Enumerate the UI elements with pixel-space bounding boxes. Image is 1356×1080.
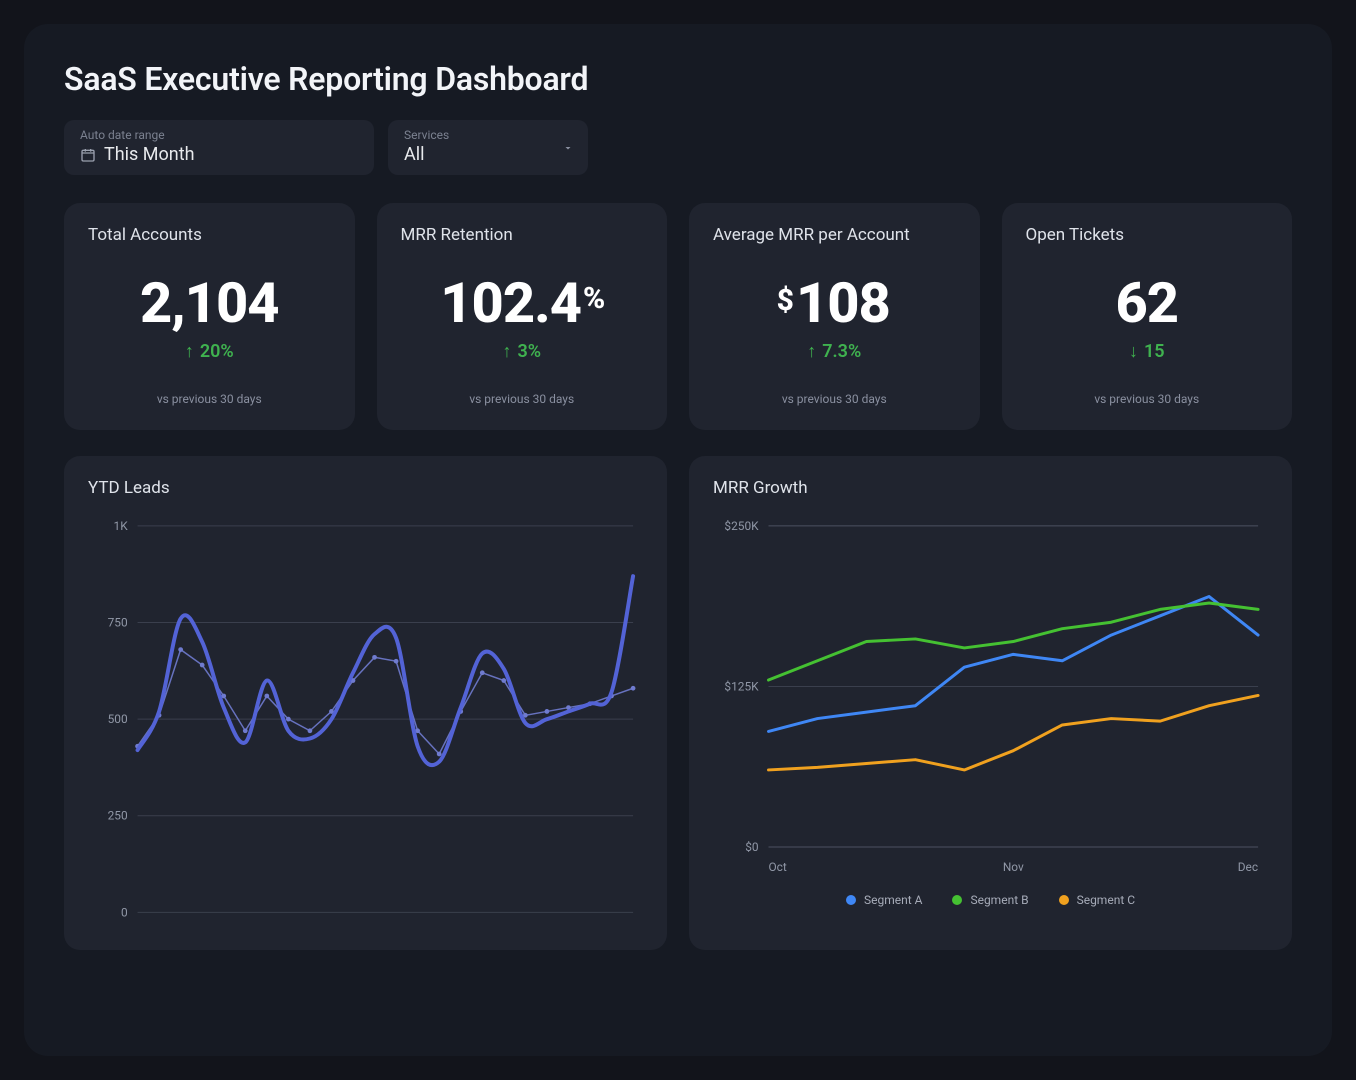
- metric-comparison: vs previous 30 days: [713, 392, 956, 406]
- metrics-row: Total Accounts 2,104 ↑ 20% vs previous 3…: [64, 203, 1292, 430]
- svg-text:Oct: Oct: [769, 860, 787, 874]
- metric-card-avg-mrr: Average MRR per Account $ 108 ↑ 7.3% vs …: [689, 203, 980, 430]
- svg-text:1K: 1K: [114, 519, 129, 533]
- legend-item: Segment C: [1059, 893, 1135, 907]
- metric-title: MRR Retention: [401, 225, 644, 245]
- metric-card-open-tickets: Open Tickets 62 ↓ 15 vs previous 30 days: [1002, 203, 1293, 430]
- chart-title: MRR Growth: [713, 478, 1268, 498]
- metric-comparison: vs previous 30 days: [88, 392, 331, 406]
- chart-card-ytd-leads: YTD Leads 0 250 500 750 1K: [64, 456, 667, 950]
- arrow-up-icon: ↑: [502, 341, 511, 362]
- page-title: SaaS Executive Reporting Dashboard: [64, 60, 1292, 98]
- metric-card-total-accounts: Total Accounts 2,104 ↑ 20% vs previous 3…: [64, 203, 355, 430]
- metric-delta: 3%: [517, 341, 541, 362]
- chevron-down-icon: [562, 142, 574, 154]
- metric-value: 102.4: [440, 275, 581, 331]
- arrow-up-icon: ↑: [807, 341, 816, 362]
- filter-date-value: This Month: [104, 144, 195, 165]
- filters-row: Auto date range This Month Services All: [64, 120, 1292, 175]
- metric-comparison: vs previous 30 days: [401, 392, 644, 406]
- metric-suffix: %: [583, 281, 605, 316]
- metric-delta: 20%: [200, 341, 234, 362]
- ytd-leads-chart: 0 250 500 750 1K: [88, 516, 643, 932]
- metric-prefix: $: [777, 283, 794, 318]
- arrow-up-icon: ↑: [185, 341, 194, 362]
- svg-text:0: 0: [121, 905, 128, 919]
- legend-item: Segment B: [952, 893, 1028, 907]
- chart-card-mrr-growth: MRR Growth $0 $125K $250K Oct Nov Dec Segment…: [689, 456, 1292, 950]
- svg-text:$0: $0: [745, 840, 758, 854]
- legend-dot-icon: [846, 895, 856, 905]
- metric-value: 108: [796, 275, 890, 331]
- legend-dot-icon: [952, 895, 962, 905]
- metric-value: 2,104: [140, 275, 279, 331]
- legend-label: Segment A: [864, 893, 922, 907]
- svg-text:$125K: $125K: [724, 679, 759, 693]
- svg-text:Dec: Dec: [1238, 860, 1258, 874]
- metric-title: Open Tickets: [1026, 225, 1269, 245]
- svg-text:500: 500: [108, 712, 128, 726]
- filter-date-label: Auto date range: [80, 128, 358, 142]
- legend-label: Segment B: [970, 893, 1028, 907]
- chart-legend: Segment A Segment B Segment C: [713, 893, 1268, 907]
- metric-card-mrr-retention: MRR Retention 102.4 % ↑ 3% vs previous 3…: [377, 203, 668, 430]
- svg-text:$250K: $250K: [724, 519, 759, 533]
- legend-item: Segment A: [846, 893, 922, 907]
- chart-title: YTD Leads: [88, 478, 643, 498]
- metric-title: Total Accounts: [88, 225, 331, 245]
- metric-delta: 7.3%: [822, 341, 861, 362]
- svg-text:250: 250: [108, 809, 128, 823]
- metric-delta: 15: [1144, 341, 1165, 362]
- filter-services[interactable]: Services All: [388, 120, 588, 175]
- dashboard-panel: SaaS Executive Reporting Dashboard Auto …: [24, 24, 1332, 1056]
- filter-services-value: All: [404, 144, 572, 165]
- charts-row: YTD Leads 0 250 500 750 1K MRR Growth $0 $125…: [64, 456, 1292, 950]
- legend-dot-icon: [1059, 895, 1069, 905]
- metric-title: Average MRR per Account: [713, 225, 956, 245]
- arrow-down-icon: ↓: [1129, 341, 1138, 362]
- legend-label: Segment C: [1077, 893, 1135, 907]
- filter-date-range[interactable]: Auto date range This Month: [64, 120, 374, 175]
- filter-services-label: Services: [404, 128, 572, 142]
- metric-value: 62: [1115, 275, 1178, 331]
- svg-text:Nov: Nov: [1003, 860, 1024, 874]
- svg-text:750: 750: [108, 616, 128, 630]
- calendar-icon: [80, 147, 96, 163]
- mrr-growth-chart: $0 $125K $250K Oct Nov Dec: [713, 516, 1268, 883]
- metric-comparison: vs previous 30 days: [1026, 392, 1269, 406]
